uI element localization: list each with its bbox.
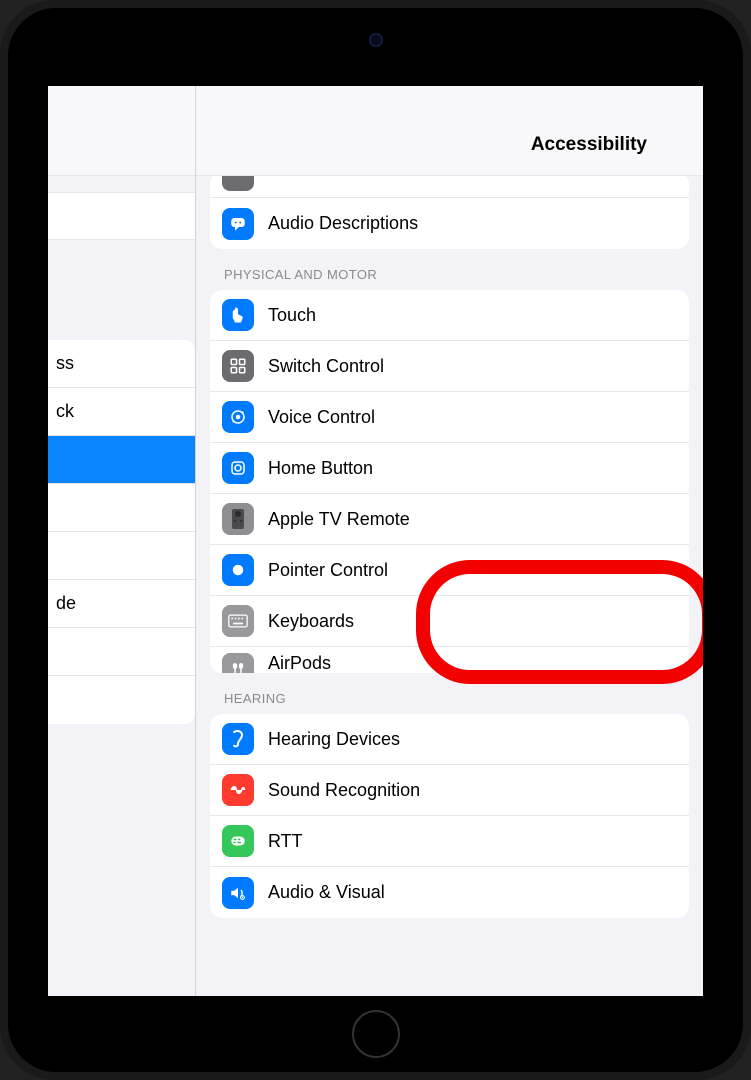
- row-label: Voice Control: [268, 407, 375, 428]
- detail-pane: Accessibility Audio: [196, 86, 703, 996]
- sidebar-navbar: [48, 86, 195, 176]
- sidebar-item[interactable]: [48, 484, 195, 532]
- voice-icon: [222, 401, 254, 433]
- row-label: Touch: [268, 305, 316, 326]
- section-header: PHYSICAL AND MOTOR: [210, 249, 689, 290]
- row-label: Keyboards: [268, 611, 354, 632]
- airpods-icon: [222, 653, 254, 673]
- row-label: Audio Descriptions: [268, 213, 418, 234]
- audiovisual-icon: [222, 877, 254, 909]
- rtt-icon: [222, 825, 254, 857]
- row-label: Sound Recognition: [268, 780, 420, 801]
- settings-row-home-button[interactable]: Home Button: [210, 443, 689, 494]
- group-partial-top: Audio Descriptions: [210, 176, 689, 249]
- settings-row-pointer-control[interactable]: Pointer Control: [210, 545, 689, 596]
- detail-navbar: Accessibility: [196, 86, 703, 176]
- speech-bubble-icon: [222, 208, 254, 240]
- ipad-frame: ssck de Accessibility: [0, 0, 751, 1080]
- row-label: Switch Control: [268, 356, 384, 377]
- sound-icon: [222, 774, 254, 806]
- sidebar-item[interactable]: ck: [48, 388, 195, 436]
- sidebar-item[interactable]: [48, 436, 195, 484]
- settings-row-sound-recognition[interactable]: Sound Recognition: [210, 765, 689, 816]
- row-label: Hearing Devices: [268, 729, 400, 750]
- sidebar-item[interactable]: ss: [48, 340, 195, 388]
- sidebar-item[interactable]: de: [48, 580, 195, 628]
- screen: ssck de Accessibility: [48, 86, 703, 996]
- sidebar-item[interactable]: [48, 628, 195, 676]
- home-button[interactable]: [352, 1010, 400, 1058]
- page-title: Accessibility: [531, 134, 647, 156]
- pointer-icon: [222, 554, 254, 586]
- row-label: Pointer Control: [268, 560, 388, 581]
- front-camera: [369, 33, 383, 47]
- ear-icon: [222, 723, 254, 755]
- ipad-inner: ssck de Accessibility: [8, 8, 743, 1072]
- settings-row-keyboards[interactable]: Keyboards: [210, 596, 689, 647]
- settings-row-hearing-devices[interactable]: Hearing Devices: [210, 714, 689, 765]
- row-audio-descriptions[interactable]: Audio Descriptions: [210, 198, 689, 249]
- sidebar-item[interactable]: [48, 676, 195, 724]
- settings-row-touch[interactable]: Touch: [210, 290, 689, 341]
- detail-content[interactable]: Audio Descriptions PHYSICAL AND MOTORTou…: [196, 176, 703, 996]
- row-label: Home Button: [268, 458, 373, 479]
- settings-sidebar[interactable]: ssck de: [48, 86, 196, 996]
- section-header: HEARING: [210, 673, 689, 714]
- remote-icon: [222, 503, 254, 535]
- row-label: AirPods: [268, 653, 331, 673]
- keyboard-icon: [222, 605, 254, 637]
- spoken-content-icon: [222, 176, 254, 191]
- settings-group: Touch Switch Control Voice Control Home But…: [210, 290, 689, 673]
- settings-row-voice-control[interactable]: Voice Control: [210, 392, 689, 443]
- sidebar-item[interactable]: [48, 532, 195, 580]
- settings-row-audio-visual[interactable]: Audio & Visual: [210, 867, 689, 918]
- settings-group: Hearing Devices Sound Recognition RTT Audio…: [210, 714, 689, 918]
- sidebar-row-blank-top[interactable]: [48, 192, 195, 240]
- row-label: Apple TV Remote: [268, 509, 410, 530]
- settings-row-airpods[interactable]: AirPods: [210, 647, 689, 673]
- row-label: Audio & Visual: [268, 882, 385, 903]
- settings-row-switch-control[interactable]: Switch Control: [210, 341, 689, 392]
- home-icon: [222, 452, 254, 484]
- switch-icon: [222, 350, 254, 382]
- row-partial-first[interactable]: [210, 176, 689, 198]
- touch-icon: [222, 299, 254, 331]
- row-label: RTT: [268, 831, 303, 852]
- settings-row-apple-tv-remote[interactable]: Apple TV Remote: [210, 494, 689, 545]
- settings-row-rtt[interactable]: RTT: [210, 816, 689, 867]
- sidebar-group: ssck de: [48, 340, 195, 724]
